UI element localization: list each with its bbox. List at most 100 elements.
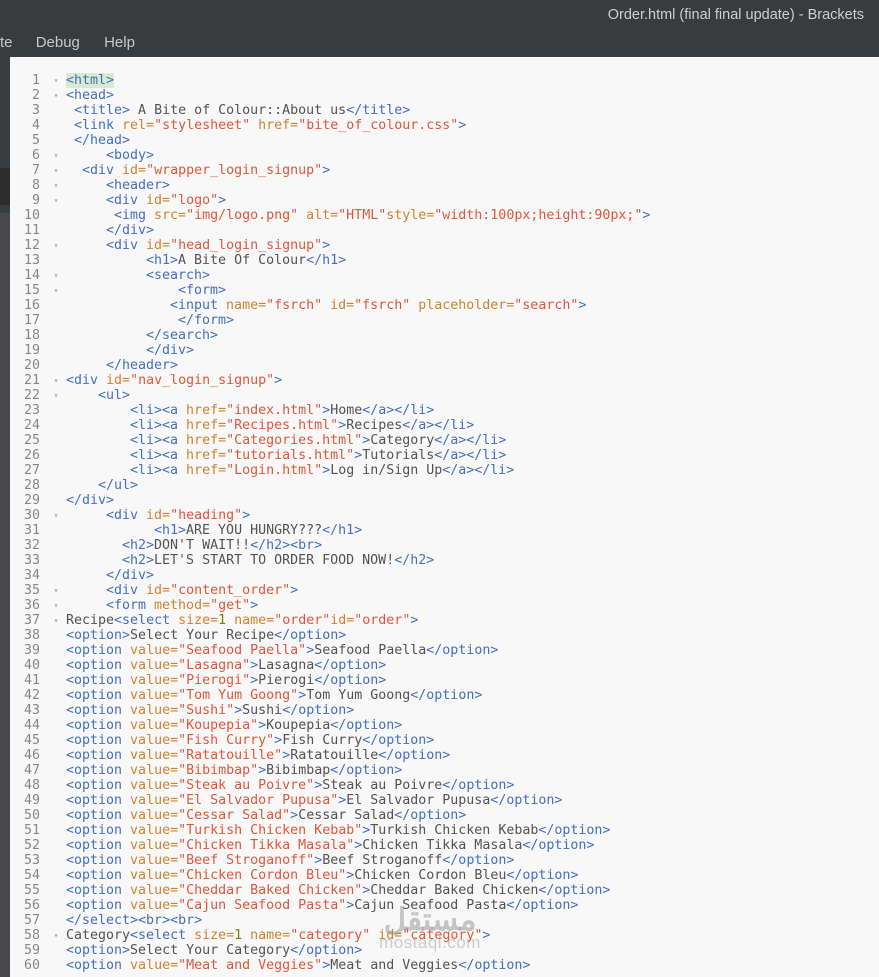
code-line[interactable]: 5 </head> — [10, 133, 879, 148]
code-line[interactable]: 51 <option value="Turkish Chicken Kebab">… — [10, 823, 879, 838]
code-line[interactable]: 49 <option value="El Salvador Pupusa">El … — [10, 793, 879, 808]
fold-arrow-icon[interactable]: ▾ — [48, 73, 64, 88]
code-line[interactable]: 59 <option>Select Your Category</option> — [10, 943, 879, 958]
fold-arrow-icon[interactable]: ▾ — [48, 373, 64, 388]
line-number: 51 — [23, 823, 40, 838]
code-line[interactable]: 41 <option value="Pierogi">Pierogi</optio… — [10, 673, 879, 688]
fold-arrow-icon[interactable]: ▾ — [48, 388, 64, 403]
code-line[interactable]: 53 <option value="Beef Stroganoff">Beef S… — [10, 853, 879, 868]
code-line[interactable]: 3 <title> A Bite of Colour::About us</tit… — [10, 103, 879, 118]
fold-arrow-icon[interactable]: ▾ — [48, 148, 64, 163]
code-line[interactable]: 55 <option value="Cheddar Baked Chicken">… — [10, 883, 879, 898]
window-titlebar[interactable]: Order.html (final final update) - Bracke… — [0, 0, 879, 28]
code-line[interactable]: 30 ▾ <div id="heading"> — [10, 508, 879, 523]
code-text: <title> A Bite of Colour::About us</titl… — [74, 103, 411, 118]
code-line[interactable]: 12 ▾ <div id="head_login_signup"> — [10, 238, 879, 253]
code-line[interactable]: 54 <option value="Chicken Cordon Bleu">Ch… — [10, 868, 879, 883]
code-line[interactable]: 26 <li><a href="tutorials.html">Tutorials… — [10, 448, 879, 463]
code-line[interactable]: 10 <img src="img/logo.png" alt="HTML"styl… — [10, 208, 879, 223]
line-number: 5 — [31, 133, 40, 148]
code-line[interactable]: 16 <input name="fsrch" id="fsrch" placeho… — [10, 298, 879, 313]
code-line[interactable]: 42 <option value="Tom Yum Goong">Tom Yum … — [10, 688, 879, 703]
code-line[interactable]: 57 </select><br><br> — [10, 913, 879, 928]
code-line[interactable]: 33 <h2>LET'S START TO ORDER FOOD NOW!</h2… — [10, 553, 879, 568]
code-line[interactable]: 2 ▾ <head> — [10, 88, 879, 103]
code-line[interactable]: 18 </search> — [10, 328, 879, 343]
code-line[interactable]: 37 ▾ Recipe<select size=1 name="order"id="… — [10, 613, 879, 628]
line-number: 40 — [23, 658, 40, 673]
code-editor[interactable]: 1 ▾ <html> 2 ▾ <head> 3 <title> A Bite of Colou… — [10, 57, 879, 977]
collapsed-sidebar-edge[interactable] — [0, 57, 10, 977]
fold-arrow-icon[interactable]: ▾ — [48, 613, 64, 628]
code-line[interactable]: 22 ▾ <ul> — [10, 388, 879, 403]
fold-arrow-icon[interactable]: ▾ — [48, 508, 64, 523]
code-line[interactable]: 60 <option value="Meat and Veggies">Meat … — [10, 958, 879, 973]
menu-item-help[interactable]: Help — [104, 34, 135, 51]
fold-arrow-icon[interactable]: ▾ — [48, 583, 64, 598]
code-line[interactable]: 15 ▾ <form> — [10, 283, 879, 298]
code-line[interactable]: 40 <option value="Lasagna">Lasagna</optio… — [10, 658, 879, 673]
code-line[interactable]: 45 <option value="Fish Curry">Fish Curry<… — [10, 733, 879, 748]
code-line[interactable]: 11 </div> — [10, 223, 879, 238]
code-line[interactable]: 32 <h2>DON'T WAIT!!</h2><br> — [10, 538, 879, 553]
code-line[interactable]: 29 </div> — [10, 493, 879, 508]
line-number: 44 — [23, 718, 40, 733]
sidebar-edge-active-segment — [0, 168, 10, 205]
code-line[interactable]: 38 <option>Select Your Recipe</option> — [10, 628, 879, 643]
code-line[interactable]: 43 <option value="Sushi">Sushi</option> — [10, 703, 879, 718]
code-line[interactable]: 47 <option value="Bibimbap">Bibimbap</opt… — [10, 763, 879, 778]
line-number: 15 — [23, 283, 40, 298]
code-text: <ul> — [98, 388, 131, 403]
code-line[interactable]: 39 <option value="Seafood Paella">Seafood… — [10, 643, 879, 658]
code-line[interactable]: 4 <link rel="stylesheet" href="bite_of_co… — [10, 118, 879, 133]
fold-arrow-icon[interactable]: ▾ — [48, 283, 64, 298]
code-line[interactable]: 50 <option value="Cessar Salad">Cessar Sa… — [10, 808, 879, 823]
code-line[interactable]: 20 </header> — [10, 358, 879, 373]
code-line[interactable]: 27 <li><a href="Login.html">Log in/Sign U… — [10, 463, 879, 478]
code-line[interactable]: 24 <li><a href="Recipes.html">Recipes</a>… — [10, 418, 879, 433]
code-line[interactable]: 25 <li><a href="Categories.html">Category… — [10, 433, 879, 448]
code-text: <body> — [106, 148, 155, 163]
fold-arrow-icon[interactable]: ▾ — [48, 598, 64, 613]
code-line[interactable]: 9 ▾ <div id="logo"> — [10, 193, 879, 208]
line-number: 14 — [23, 268, 40, 283]
code-line[interactable]: 56 <option value="Cajun Seafood Pasta">Ca… — [10, 898, 879, 913]
code-line[interactable]: 6 ▾ <body> — [10, 148, 879, 163]
code-line[interactable]: 52 <option value="Chicken Tikka Masala">C… — [10, 838, 879, 853]
menu-item-navigate-partial[interactable]: te — [0, 34, 13, 51]
code-line[interactable]: 46 <option value="Ratatouille">Ratatouill… — [10, 748, 879, 763]
fold-arrow-icon[interactable]: ▾ — [48, 88, 64, 103]
fold-arrow-icon[interactable]: ▾ — [48, 193, 64, 208]
line-number: 24 — [23, 418, 40, 433]
code-line[interactable]: 28 </ul> — [10, 478, 879, 493]
line-number: 38 — [23, 628, 40, 643]
code-line[interactable]: 19 </div> — [10, 343, 879, 358]
code-line[interactable]: 1 ▾ <html> — [10, 73, 879, 88]
code-line[interactable]: 21 ▾ <div id="nav_login_signup"> — [10, 373, 879, 388]
code-line[interactable]: 17 </form> — [10, 313, 879, 328]
fold-arrow-icon[interactable]: ▾ — [48, 928, 64, 943]
fold-arrow-icon[interactable]: ▾ — [48, 178, 64, 193]
code-line[interactable]: 44 <option value="Koupepia">Koupepia</opt… — [10, 718, 879, 733]
code-line[interactable]: 7 ▾ <div id="wrapper_login_signup"> — [10, 163, 879, 178]
code-line[interactable]: 14 ▾ <search> — [10, 268, 879, 283]
code-line[interactable]: 8 ▾ <header> — [10, 178, 879, 193]
code-text: </div> — [106, 223, 155, 238]
code-line[interactable]: 36 ▾ <form method="get"> — [10, 598, 879, 613]
fold-arrow-icon[interactable]: ▾ — [48, 163, 64, 178]
code-line[interactable]: 35 ▾ <div id="content_order"> — [10, 583, 879, 598]
code-line[interactable]: 58 ▾ Category<select size=1 name="category… — [10, 928, 879, 943]
fold-gutter — [48, 778, 64, 793]
code-line[interactable]: 23 <li><a href="index.html">Home</a></li> — [10, 403, 879, 418]
code-text: </div> — [146, 343, 195, 358]
code-line[interactable]: 34 </div> — [10, 568, 879, 583]
code-line[interactable]: 31 <h1>ARE YOU HUNGRY???</h1> — [10, 523, 879, 538]
fold-gutter — [48, 493, 64, 508]
code-line[interactable]: 13 <h1>A Bite Of Colour</h1> — [10, 253, 879, 268]
code-lines[interactable]: 1 ▾ <html> 2 ▾ <head> 3 <title> A Bite of Colou… — [10, 57, 879, 973]
fold-arrow-icon[interactable]: ▾ — [48, 238, 64, 253]
fold-arrow-icon[interactable]: ▾ — [48, 268, 64, 283]
menu-item-debug[interactable]: Debug — [36, 34, 80, 51]
code-text: <div id="logo"> — [106, 193, 227, 208]
code-line[interactable]: 48 <option value="Steak au Poivre">Steak … — [10, 778, 879, 793]
